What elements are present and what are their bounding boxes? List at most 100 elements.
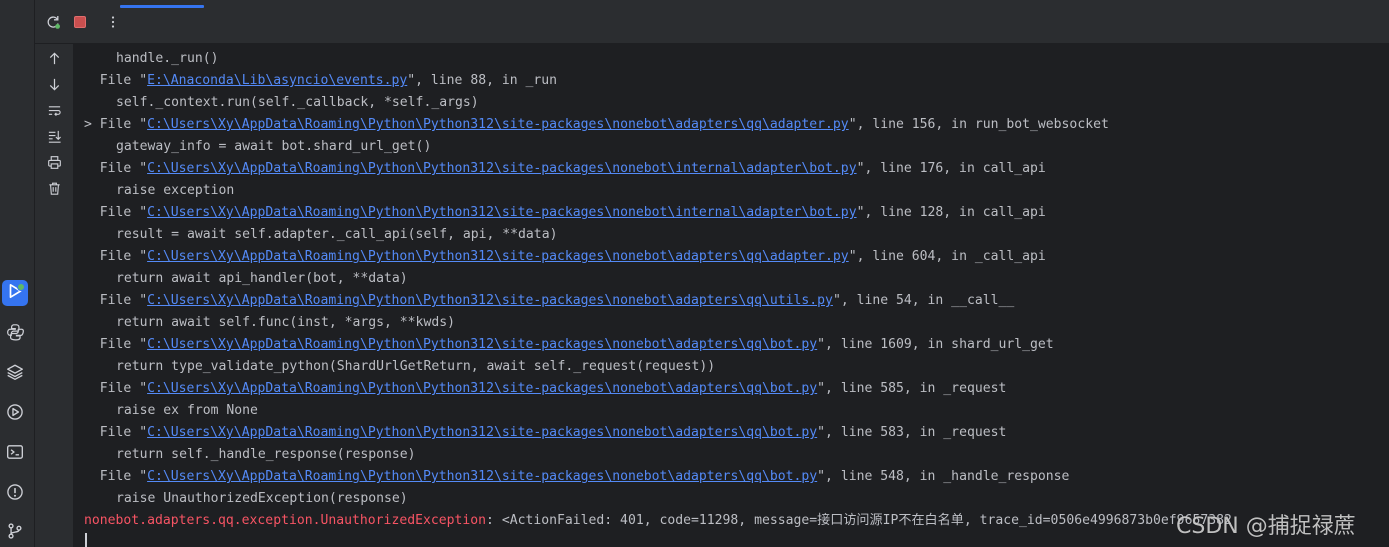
more-options-button[interactable] bbox=[103, 14, 123, 34]
terminal-button[interactable] bbox=[2, 441, 28, 467]
traceback-file-line: File "E:\Anaconda\Lib\asyncio\events.py"… bbox=[84, 70, 557, 92]
stop-button[interactable] bbox=[70, 14, 90, 34]
scroll-down-button[interactable] bbox=[45, 78, 63, 96]
traceback-code-line: return self._handle_response(response) bbox=[116, 447, 416, 462]
scroll-to-end-button[interactable] bbox=[45, 130, 63, 148]
ide-window: handle._run() File "E:\Anaconda\Lib\asyn… bbox=[0, 0, 1389, 547]
line-location: ", line 88, in _run bbox=[407, 73, 558, 88]
activity-bar bbox=[0, 0, 35, 547]
rerun-button[interactable] bbox=[43, 14, 63, 34]
active-tab-indicator bbox=[120, 5, 204, 8]
file-prefix: File " bbox=[99, 161, 148, 176]
file-path-link[interactable]: C:\Users\Xy\AppData\Roaming\Python\Pytho… bbox=[147, 249, 849, 264]
exception-line: nonebot.adapters.qq.exception.Unauthoriz… bbox=[84, 510, 1232, 532]
exception-message: : <ActionFailed: 401, code=11298, messag… bbox=[486, 513, 1232, 528]
stop-icon bbox=[72, 14, 88, 35]
traceback-file-line: File "C:\Users\Xy\AppData\Roaming\Python… bbox=[84, 422, 1007, 444]
console-gutter bbox=[35, 44, 73, 547]
file-path-link[interactable]: C:\Users\Xy\AppData\Roaming\Python\Pytho… bbox=[147, 205, 856, 220]
terminal-icon bbox=[6, 443, 24, 466]
scroll-up-icon bbox=[47, 51, 62, 71]
line-location: ", line 54, in __call__ bbox=[832, 293, 1015, 308]
line-location: ", line 548, in _handle_response bbox=[817, 469, 1070, 484]
traceback-file-line: File "C:\Users\Xy\AppData\Roaming\Python… bbox=[84, 334, 1054, 356]
traceback-code-line: result = await self.adapter._call_api(se… bbox=[116, 227, 558, 242]
file-path-link[interactable]: C:\Users\Xy\AppData\Roaming\Python\Pytho… bbox=[147, 293, 833, 308]
traceback-code-line: raise exception bbox=[116, 183, 235, 198]
file-path-link[interactable]: C:\Users\Xy\AppData\Roaming\Python\Pytho… bbox=[147, 161, 856, 176]
traceback-file-line: > File "C:\Users\Xy\AppData\Roaming\Pyth… bbox=[84, 114, 1109, 136]
line-location: ", line 156, in run_bot_websocket bbox=[848, 117, 1109, 132]
fold-marker[interactable]: > bbox=[84, 117, 100, 132]
layers-button[interactable] bbox=[2, 361, 28, 387]
clear-all-button[interactable] bbox=[45, 182, 63, 200]
layers-icon bbox=[6, 363, 24, 386]
file-prefix: File " bbox=[99, 117, 148, 132]
soft-wrap-button[interactable] bbox=[45, 104, 63, 122]
problems-button[interactable] bbox=[2, 481, 28, 507]
traceback-code-line: return type_validate_python(ShardUrlGetR… bbox=[116, 359, 716, 374]
csdn-watermark: CSDN @捕捉禄蔗 bbox=[1176, 514, 1356, 539]
run-tool-button[interactable] bbox=[2, 280, 28, 306]
traceback-file-line: File "C:\Users\Xy\AppData\Roaming\Python… bbox=[84, 202, 1046, 224]
file-path-link[interactable]: C:\Users\Xy\AppData\Roaming\Python\Pytho… bbox=[147, 469, 817, 484]
traceback-file-line: File "C:\Users\Xy\AppData\Roaming\Python… bbox=[84, 378, 1007, 400]
traceback-code-line: raise ex from None bbox=[116, 403, 258, 418]
text-cursor bbox=[85, 533, 87, 547]
soft-wrap-icon bbox=[47, 103, 62, 123]
file-prefix: File " bbox=[99, 293, 148, 308]
file-prefix: File " bbox=[99, 249, 148, 264]
running-indicator bbox=[17, 283, 25, 291]
file-prefix: File " bbox=[99, 469, 148, 484]
scroll-up-button[interactable] bbox=[45, 52, 63, 70]
line-location: ", line 1609, in shard_url_get bbox=[817, 337, 1054, 352]
traceback-code-line: handle._run() bbox=[116, 51, 219, 66]
file-prefix: File " bbox=[99, 73, 148, 88]
clear-trash-icon bbox=[47, 181, 62, 201]
scroll-to-end-icon bbox=[47, 129, 62, 149]
file-prefix: File " bbox=[99, 337, 148, 352]
line-location: ", line 604, in _call_api bbox=[848, 249, 1046, 264]
run-toolbar bbox=[35, 0, 1389, 44]
line-location: ", line 585, in _request bbox=[817, 381, 1007, 396]
scroll-down-icon bbox=[47, 77, 62, 97]
file-prefix: File " bbox=[99, 205, 148, 220]
file-path-link[interactable]: C:\Users\Xy\AppData\Roaming\Python\Pytho… bbox=[147, 425, 817, 440]
traceback-file-line: File "C:\Users\Xy\AppData\Roaming\Python… bbox=[84, 158, 1046, 180]
print-button[interactable] bbox=[45, 156, 63, 174]
traceback-file-line: File "C:\Users\Xy\AppData\Roaming\Python… bbox=[84, 466, 1070, 488]
traceback-code-line: self._context.run(self._callback, *self.… bbox=[116, 95, 479, 110]
file-path-link[interactable]: C:\Users\Xy\AppData\Roaming\Python\Pytho… bbox=[147, 381, 817, 396]
traceback-code-line: return await api_handler(bot, **data) bbox=[116, 271, 408, 286]
traceback-file-line: File "C:\Users\Xy\AppData\Roaming\Python… bbox=[84, 246, 1046, 268]
more-vertical-icon bbox=[105, 14, 121, 35]
file-path-link[interactable]: C:\Users\Xy\AppData\Roaming\Python\Pytho… bbox=[147, 117, 849, 132]
file-prefix: File " bbox=[99, 425, 148, 440]
file-prefix: File " bbox=[99, 381, 148, 396]
git-button[interactable] bbox=[2, 520, 28, 546]
print-icon bbox=[47, 155, 62, 175]
python-console-icon bbox=[6, 323, 24, 346]
services-icon bbox=[6, 403, 24, 426]
line-location: ", line 128, in call_api bbox=[856, 205, 1046, 220]
file-path-link[interactable]: E:\Anaconda\Lib\asyncio\events.py bbox=[147, 73, 407, 88]
python-console-button[interactable] bbox=[2, 321, 28, 347]
file-path-link[interactable]: C:\Users\Xy\AppData\Roaming\Python\Pytho… bbox=[147, 337, 817, 352]
traceback-code-line: gateway_info = await bot.shard_url_get() bbox=[116, 139, 432, 154]
console-output[interactable]: handle._run() File "E:\Anaconda\Lib\asyn… bbox=[73, 44, 1389, 547]
exception-name: nonebot.adapters.qq.exception.Unauthoriz… bbox=[84, 513, 487, 528]
traceback-file-line: File "C:\Users\Xy\AppData\Roaming\Python… bbox=[84, 290, 1014, 312]
line-location: ", line 176, in call_api bbox=[856, 161, 1046, 176]
services-button[interactable] bbox=[2, 401, 28, 427]
line-location: ", line 583, in _request bbox=[817, 425, 1007, 440]
rerun-icon bbox=[45, 14, 61, 35]
